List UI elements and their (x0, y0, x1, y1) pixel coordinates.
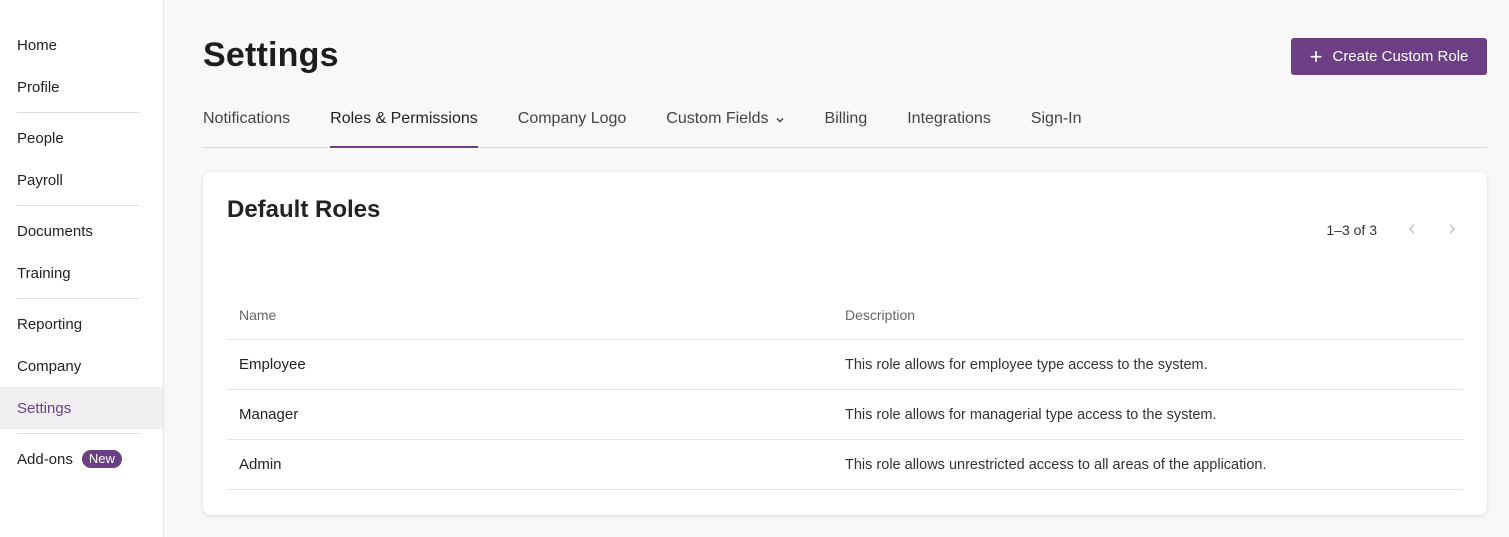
sidebar-item-label: People (17, 129, 64, 147)
main-content: Settings + Create Custom Role Notificati… (164, 0, 1509, 537)
sidebar-item-reporting[interactable]: Reporting (0, 303, 163, 345)
column-header-name: Name (239, 306, 277, 323)
table-header-row: Name Description (227, 290, 1463, 340)
sidebar-item-label: Company (17, 357, 82, 375)
sidebar-item-documents[interactable]: Documents (0, 210, 163, 252)
role-description: This role allows unrestricted access to … (845, 456, 1267, 473)
chevron-right-icon[interactable] (1447, 222, 1457, 238)
sidebar-divider (17, 205, 139, 206)
table-row[interactable]: Manager This role allows for managerial … (227, 390, 1463, 440)
role-name: Manager (239, 406, 299, 423)
tab-label: Custom Fields (666, 110, 769, 127)
sidebar-item-payroll[interactable]: Payroll (0, 159, 163, 201)
tab-label: Billing (824, 110, 868, 127)
settings-tabs: Notifications Roles & Permissions Compan… (203, 96, 1487, 148)
new-badge: New (81, 450, 122, 468)
create-custom-role-button[interactable]: + Create Custom Role (1291, 38, 1487, 75)
sidebar-item-company[interactable]: Company (0, 345, 163, 387)
pagination: 1–3 of 3 (1326, 222, 1457, 238)
plus-icon: + (1309, 43, 1323, 69)
sidebar-item-add-ons[interactable]: Add-ons New (0, 438, 163, 480)
tab-label: Integrations (907, 110, 991, 127)
tab-roles-permissions[interactable]: Roles & Permissions (330, 96, 478, 148)
chevron-left-icon[interactable] (1407, 222, 1417, 238)
app-root: Home Profile People Payroll Documents Tr… (0, 0, 1509, 537)
pagination-text: 1–3 of 3 (1326, 222, 1377, 238)
card-title: Default Roles (227, 196, 381, 223)
role-name: Admin (239, 456, 282, 473)
role-name: Employee (239, 356, 306, 373)
sidebar-item-people[interactable]: People (0, 117, 163, 159)
sidebar-item-label: Add-ons (17, 450, 73, 468)
sidebar-divider (17, 112, 139, 113)
sidebar-item-training[interactable]: Training (0, 252, 163, 294)
tab-billing[interactable]: Billing (825, 96, 868, 147)
sidebar-item-label: Reporting (17, 315, 83, 333)
sidebar-item-label: Payroll (17, 171, 63, 189)
chevron-down-icon (775, 115, 785, 128)
tab-label: Sign-In (1030, 110, 1082, 127)
sidebar-divider (17, 298, 139, 299)
column-header-description: Description (845, 306, 916, 323)
sidebar-item-label: Training (17, 264, 71, 282)
sidebar-item-label: Home (17, 36, 58, 54)
page-title: Settings (203, 36, 339, 74)
tab-custom-fields[interactable]: Custom Fields (666, 96, 784, 147)
role-description: This role allows for employee type acces… (845, 356, 1208, 373)
tab-label: Roles & Permissions (330, 110, 478, 127)
table-row[interactable]: Admin This role allows unrestricted acce… (227, 440, 1463, 490)
create-button-label: Create Custom Role (1332, 48, 1469, 65)
sidebar-item-label: Settings (17, 399, 72, 417)
tab-integrations[interactable]: Integrations (907, 96, 991, 147)
sidebar-item-label: Documents (17, 222, 93, 240)
roles-table: Name Description Employee This role allo… (227, 290, 1463, 490)
tab-notifications[interactable]: Notifications (203, 96, 290, 147)
default-roles-card: Default Roles 1–3 of 3 Name Description … (203, 172, 1487, 515)
sidebar-item-settings[interactable]: Settings (0, 387, 163, 429)
tab-label: Notifications (203, 110, 291, 127)
sidebar-divider (17, 433, 139, 434)
sidebar-item-label: Profile (17, 78, 60, 96)
sidebar-item-profile[interactable]: Profile (0, 66, 163, 108)
tab-label: Company Logo (517, 110, 627, 127)
table-row[interactable]: Employee This role allows for employee t… (227, 340, 1463, 390)
role-description: This role allows for managerial type acc… (845, 406, 1217, 423)
tab-company-logo[interactable]: Company Logo (518, 96, 627, 147)
sidebar: Home Profile People Payroll Documents Tr… (0, 0, 164, 537)
sidebar-item-home[interactable]: Home (0, 24, 163, 66)
tab-sign-in[interactable]: Sign-In (1031, 96, 1082, 147)
